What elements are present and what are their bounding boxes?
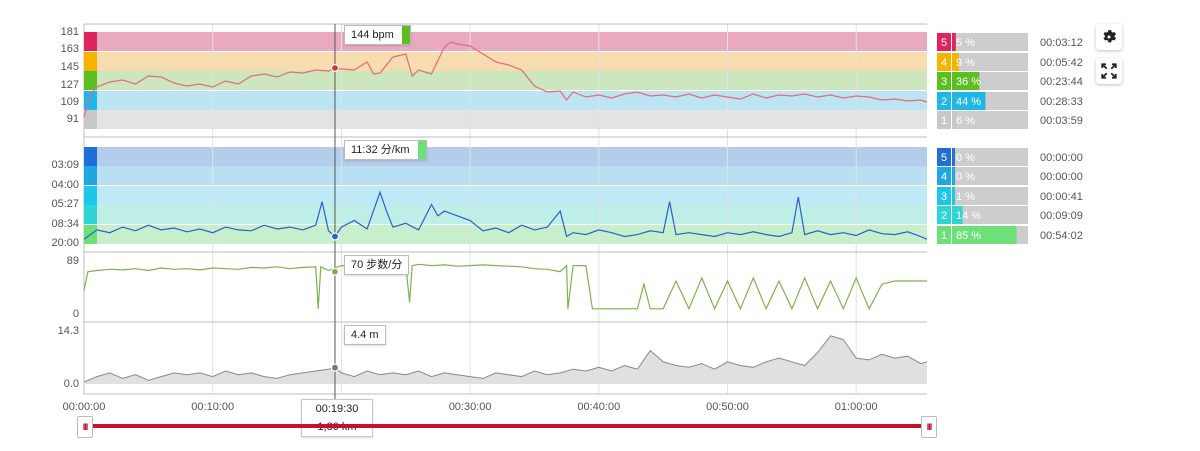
pace-zone-swatch xyxy=(417,141,426,159)
pace-ytick-label: 04:00 xyxy=(51,179,79,191)
hr-zone-band xyxy=(84,110,927,129)
pace-zone-band xyxy=(84,147,927,166)
zone-time-label: 00:00:00 xyxy=(1040,171,1083,183)
pace-ytick-label: 03:09 xyxy=(51,159,79,171)
zone-percent-fill xyxy=(952,187,955,205)
pace-ytick-label: 20:00 xyxy=(51,237,79,249)
elevation-tooltip: 4.4 m xyxy=(344,325,386,345)
zone-number-label: 1 xyxy=(941,230,947,242)
hr-zone-marker xyxy=(84,52,97,71)
zone-time-label: 00:03:59 xyxy=(1040,115,1083,127)
zone-time-label: 00:28:33 xyxy=(1040,96,1083,108)
zone-percent-label: 9 % xyxy=(956,57,975,69)
zone-time-label: 00:54:02 xyxy=(1040,230,1083,242)
zone-percent-label: 5 % xyxy=(956,37,975,49)
hr-ytick-label: 91 xyxy=(67,113,79,125)
elevation-cursor-dot xyxy=(330,363,340,372)
zone-percent-fill xyxy=(952,167,955,185)
hr-zone-marker xyxy=(84,110,97,129)
cadence-ytick-label: 0 xyxy=(73,308,79,320)
zone-number-label: 4 xyxy=(941,57,947,69)
zone-percent-label: 14 % xyxy=(956,210,981,222)
pace-zone-marker xyxy=(84,186,97,205)
zone-percent-label: 0 % xyxy=(956,152,975,164)
zone-percent-label: 0 % xyxy=(956,171,975,183)
hr-zone-swatch xyxy=(401,26,410,44)
cadence-ytick-label: 89 xyxy=(67,255,79,267)
zone-number-label: 4 xyxy=(941,171,947,183)
hr-ytick-label: 181 xyxy=(61,26,79,38)
zone-time-label: 00:09:09 xyxy=(1040,210,1083,222)
range-slider-track[interactable] xyxy=(84,424,930,428)
expand-icon xyxy=(1101,63,1117,79)
elevation-tooltip-value: 4.4 m xyxy=(351,329,379,341)
zone-percent-fill xyxy=(952,148,955,166)
fullscreen-button[interactable] xyxy=(1096,58,1122,84)
activity-chart: 1811631451271099103:0904:0005:2708:3420:… xyxy=(51,23,1083,413)
cadence-tooltip: 70 步数/分 xyxy=(344,255,410,275)
zone-percent-label: 6 % xyxy=(956,115,975,127)
cadence-series-line xyxy=(83,263,927,311)
hr-zone-band xyxy=(84,91,927,110)
zone-time-label: 00:03:12 xyxy=(1040,37,1083,49)
position-readout: 00:19:30 1,80 km xyxy=(301,399,373,437)
x-tick-label: 00:10:00 xyxy=(191,401,234,413)
pace-zone-marker xyxy=(84,205,97,224)
hr-tooltip: 144 bpm xyxy=(344,25,411,45)
zone-number-label: 1 xyxy=(941,115,947,127)
zone-number-label: 2 xyxy=(941,210,947,222)
pace-tooltip-value: 11:32 分/km xyxy=(351,144,410,156)
x-tick-label: 00:50:00 xyxy=(706,401,749,413)
pace-zone-band xyxy=(84,186,927,205)
pace-zone-marker xyxy=(84,166,97,185)
zone-number-label: 3 xyxy=(941,76,947,88)
hr-zone-band xyxy=(84,32,927,51)
hr-zone-band xyxy=(84,52,927,71)
range-slider-right-handle[interactable]: III xyxy=(921,416,937,438)
pace-zone-marker xyxy=(84,147,97,166)
hr-tooltip-value: 144 bpm xyxy=(351,29,394,41)
hr-zone-marker xyxy=(84,71,97,90)
pace-tooltip: 11:32 分/km xyxy=(344,140,427,160)
zone-percent-label: 1 % xyxy=(956,191,975,203)
x-tick-label: 00:00:00 xyxy=(63,401,106,413)
elevation-ytick-label: 14.3 xyxy=(58,325,79,337)
cadence-tooltip-value: 70 步数/分 xyxy=(351,259,403,271)
pace-ytick-label: 05:27 xyxy=(51,198,79,210)
hr-ytick-label: 109 xyxy=(61,96,79,108)
hr-cursor-dot xyxy=(330,63,340,73)
x-tick-label: 00:40:00 xyxy=(577,401,620,413)
position-time: 00:19:30 xyxy=(315,403,359,415)
pace-zone-band xyxy=(84,166,927,185)
gear-icon xyxy=(1103,30,1117,43)
pace-zone-band xyxy=(84,225,927,244)
zone-number-label: 5 xyxy=(941,152,947,164)
hr-ytick-label: 163 xyxy=(61,43,79,55)
zone-time-label: 00:00:00 xyxy=(1040,152,1083,164)
x-tick-label: 01:00:00 xyxy=(835,401,878,413)
zone-percent-label: 44 % xyxy=(956,96,981,108)
pace-cursor-dot xyxy=(330,232,340,241)
hr-ytick-label: 127 xyxy=(61,79,79,91)
zone-time-label: 00:00:41 xyxy=(1040,191,1083,203)
elevation-ytick-label: 0.0 xyxy=(64,378,79,390)
range-slider-left-handle[interactable]: III xyxy=(77,416,93,438)
hr-ytick-label: 145 xyxy=(61,61,79,73)
zone-percent-label: 85 % xyxy=(956,230,981,242)
hr-zone-band xyxy=(84,71,927,90)
cadence-cursor-dot xyxy=(330,267,340,276)
hr-zone-marker xyxy=(84,32,97,51)
elevation-area xyxy=(84,335,927,384)
pace-ytick-label: 08:34 xyxy=(51,218,79,230)
x-tick-label: 00:30:00 xyxy=(449,401,492,413)
zone-time-label: 00:05:42 xyxy=(1040,57,1083,69)
zone-number-label: 3 xyxy=(941,191,947,203)
zone-percent-label: 36 % xyxy=(956,76,981,88)
zone-number-label: 2 xyxy=(941,96,947,108)
settings-button[interactable] xyxy=(1096,24,1122,50)
zone-number-label: 5 xyxy=(941,37,947,49)
zone-time-label: 00:23:44 xyxy=(1040,76,1083,88)
